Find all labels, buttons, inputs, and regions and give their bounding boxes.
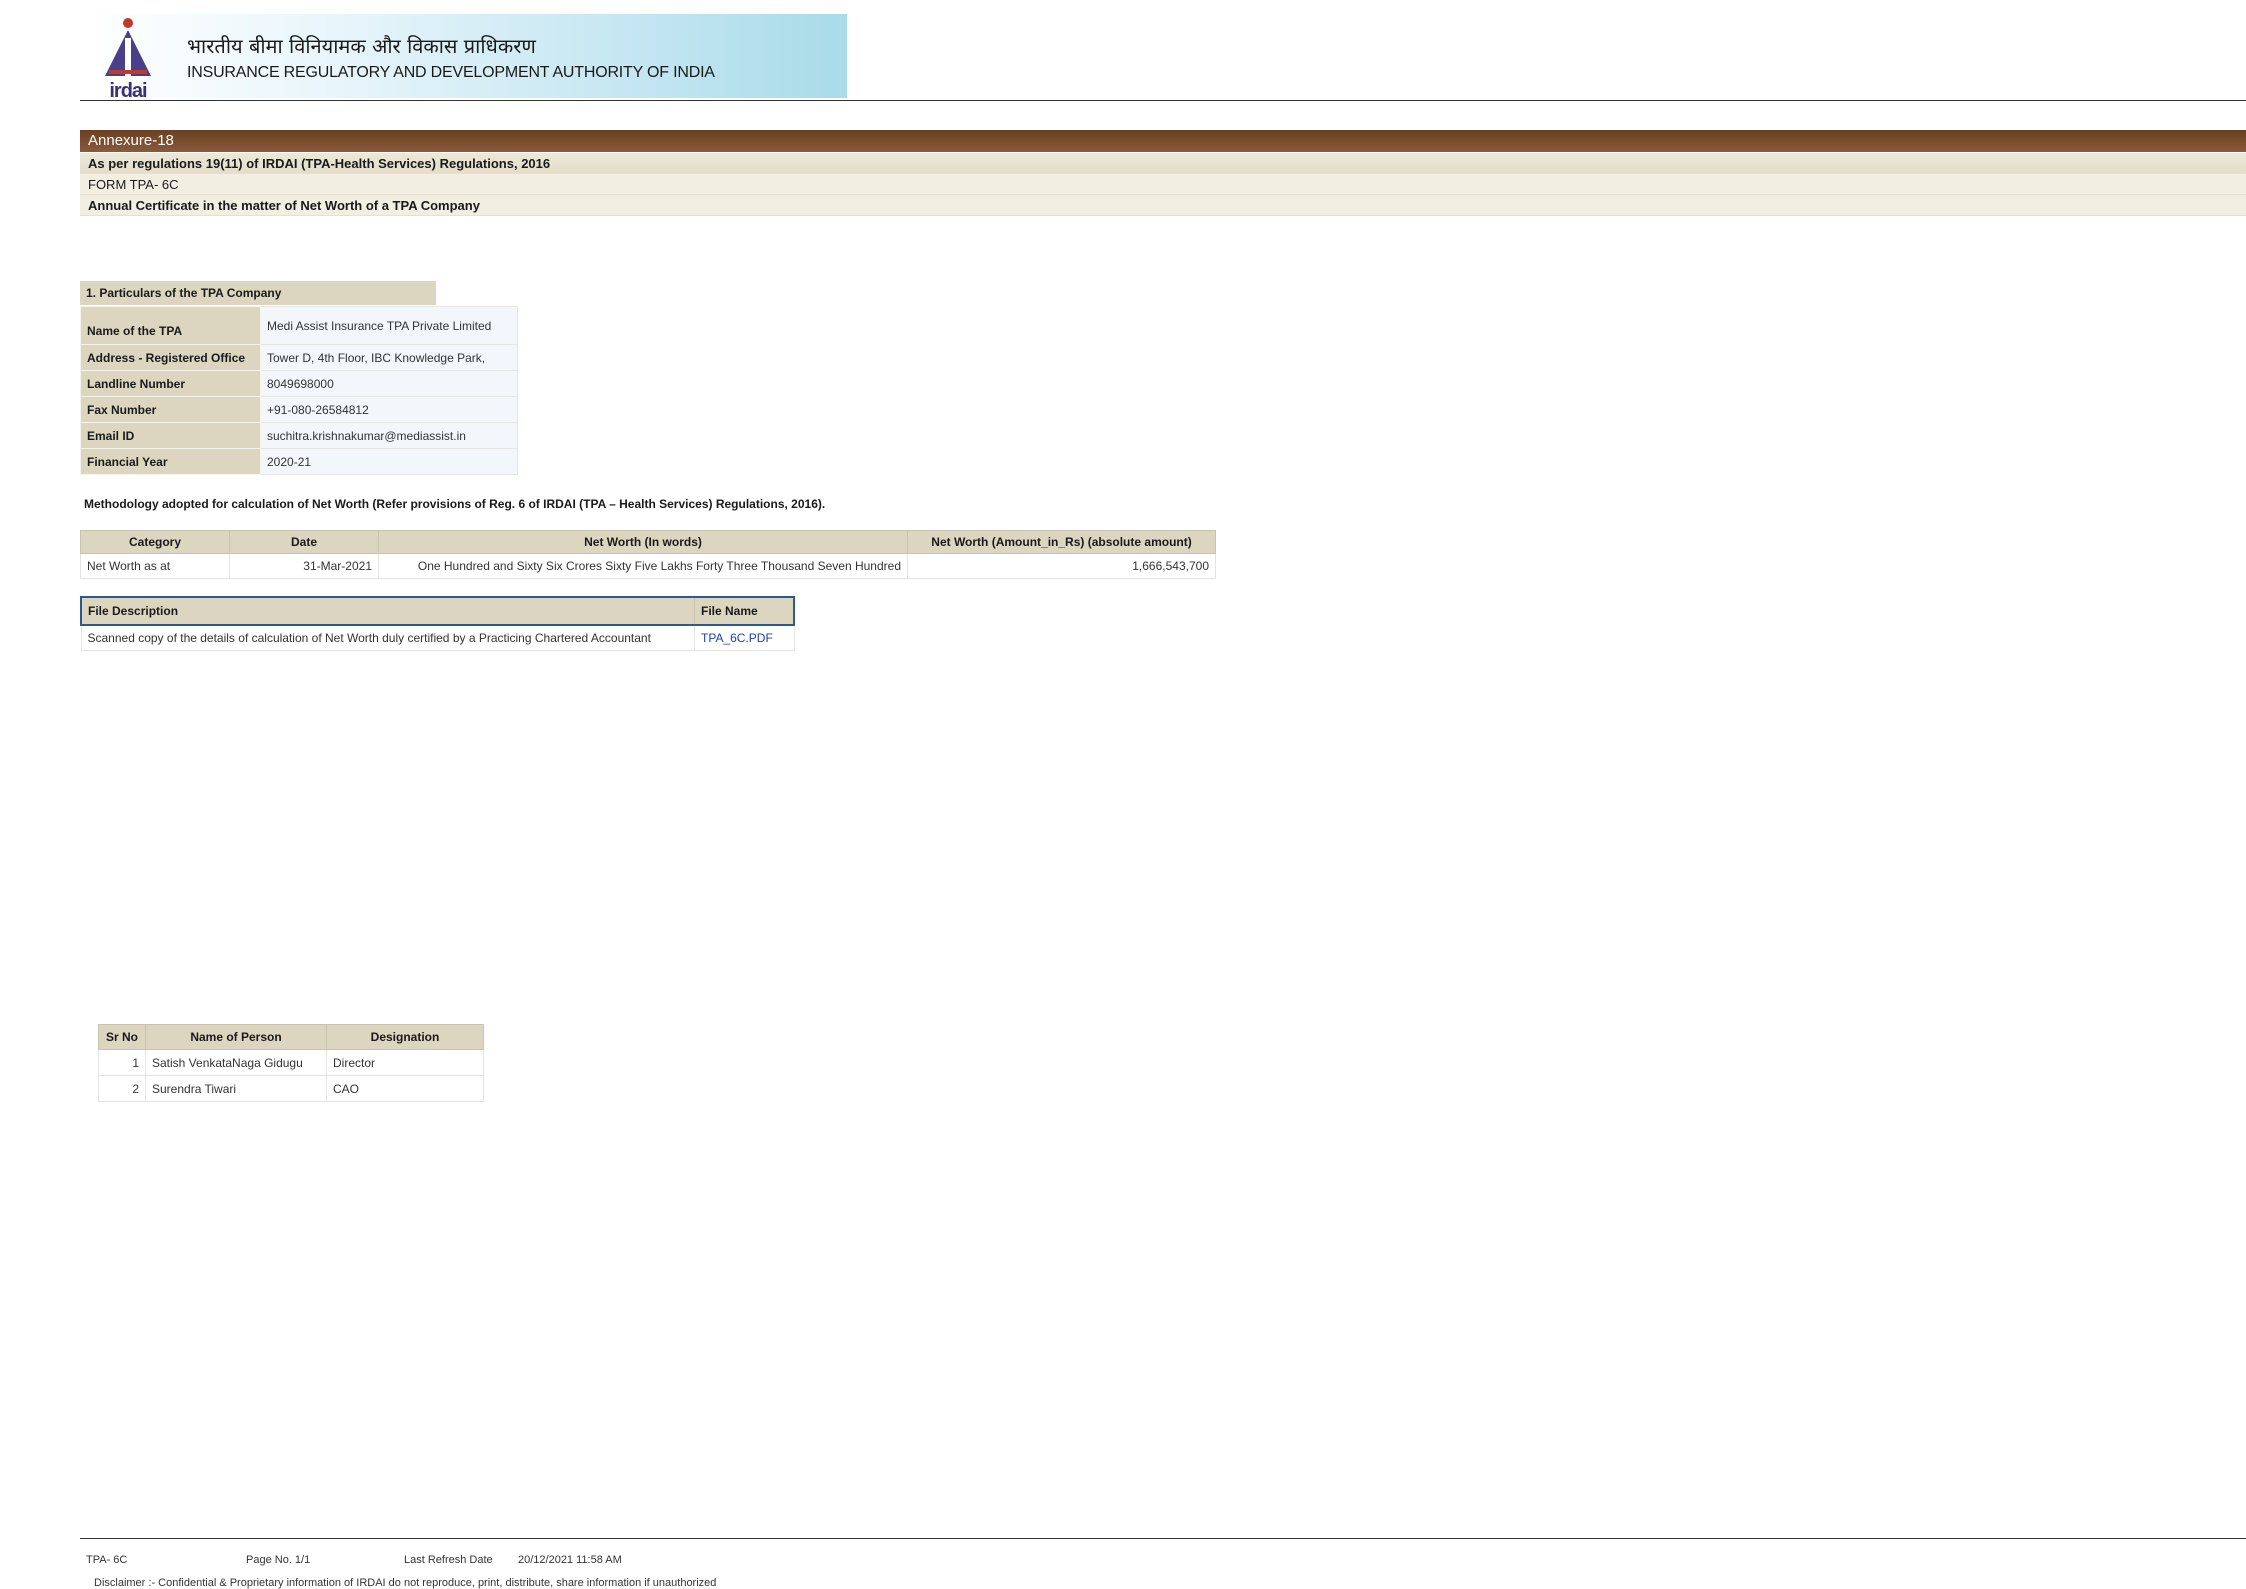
file-description-cell: Scanned copy of the details of calculati… — [80, 624, 695, 651]
networth-header-row: Category Date Net Worth (In words) Net W… — [80, 530, 1216, 554]
file-name-cell: TPA_6C.PDF — [694, 624, 795, 651]
date-header: Date — [229, 530, 379, 554]
address-value: Tower D, 4th Floor, IBC Knowledge Park, — [260, 344, 518, 371]
networth-table: Category Date Net Worth (In words) Net W… — [80, 530, 1216, 579]
sr-no-cell: 1 — [98, 1049, 146, 1076]
person-name-cell: Satish VenkataNaga Gidugu — [145, 1049, 327, 1076]
address-label: Address - Registered Office — [80, 344, 261, 371]
footer-disclaimer: Disclaimer :- Confidential & Proprietary… — [94, 1577, 717, 1589]
particulars-table: Name of the TPA Medi Assist Insurance TP… — [80, 306, 518, 475]
footer-form: TPA- 6C — [86, 1554, 128, 1566]
certificate-line: Annual Certificate in the matter of Net … — [80, 195, 2246, 216]
table-row: Scanned copy of the details of calculati… — [80, 624, 795, 651]
person-name-header: Name of Person — [145, 1024, 327, 1050]
name-label: Name of the TPA — [80, 306, 261, 345]
file-name-header: File Name — [694, 596, 795, 626]
methodology-text: Methodology adopted for calculation of N… — [84, 497, 826, 511]
particulars-row: Fax Number +91-080-26584812 — [80, 396, 518, 423]
words-cell: One Hundred and Sixty Six Crores Sixty F… — [378, 553, 908, 579]
hindi-title: भारतीय बीमा विनियामक और विकास प्राधिकरण — [187, 34, 536, 58]
footer-refresh-date: 20/12/2021 11:58 AM — [518, 1554, 622, 1566]
landline-value: 8049698000 — [260, 370, 518, 397]
particulars-row: Address - Registered Office Tower D, 4th… — [80, 344, 518, 371]
category-header: Category — [80, 530, 230, 554]
date-cell: 31-Mar-2021 — [229, 553, 379, 579]
irdai-emblem-icon: irdai — [99, 16, 157, 102]
table-row: 2 Surendra Tiwari CAO — [98, 1075, 484, 1102]
regulation-line: As per regulations 19(11) of IRDAI (TPA-… — [80, 153, 2246, 174]
signatories-header-row: Sr No Name of Person Designation — [98, 1024, 484, 1050]
signatories-table: Sr No Name of Person Designation 1 Satis… — [98, 1024, 484, 1102]
particulars-row: Financial Year 2020-21 — [80, 448, 518, 475]
fax-label: Fax Number — [80, 396, 261, 423]
footer-page-number: Page No. 1/1 — [246, 1554, 311, 1566]
designation-header: Designation — [326, 1024, 484, 1050]
amount-cell: 1,666,543,700 — [907, 553, 1216, 579]
fax-value: +91-080-26584812 — [260, 396, 518, 423]
files-table: File Description File Name Scanned copy … — [80, 596, 795, 651]
footer-refresh-label: Last Refresh Date — [404, 1554, 493, 1566]
financial-year-value: 2020-21 — [260, 448, 518, 475]
amount-header: Net Worth (Amount_in_Rs) (absolute amoun… — [907, 530, 1216, 554]
designation-cell: CAO — [326, 1075, 484, 1102]
words-header: Net Worth (In words) — [378, 530, 908, 554]
particulars-heading: 1. Particulars of the TPA Company — [80, 281, 436, 305]
designation-cell: Director — [326, 1049, 484, 1076]
email-label: Email ID — [80, 422, 261, 449]
email-value: suchitra.krishnakumar@mediassist.in — [260, 422, 518, 449]
sr-no-cell: 2 — [98, 1075, 146, 1102]
table-row: Net Worth as at 31-Mar-2021 One Hundred … — [80, 553, 1216, 579]
financial-year-label: Financial Year — [80, 448, 261, 475]
top-divider — [80, 100, 2246, 101]
files-header-row: File Description File Name — [80, 596, 795, 626]
particulars-row: Landline Number 8049698000 — [80, 370, 518, 397]
particulars-row: Email ID suchitra.krishnakumar@mediassis… — [80, 422, 518, 449]
particulars-row: Name of the TPA Medi Assist Insurance TP… — [80, 306, 518, 345]
form-line: FORM TPA- 6C — [80, 174, 2246, 195]
category-cell: Net Worth as at — [80, 553, 230, 579]
annexure-title: Annexure-18 — [80, 130, 2246, 152]
file-description-header: File Description — [80, 596, 695, 626]
table-row: 1 Satish VenkataNaga Gidugu Director — [98, 1049, 484, 1076]
english-title: INSURANCE REGULATORY AND DEVELOPMENT AUT… — [187, 64, 715, 81]
person-name-cell: Surendra Tiwari — [145, 1075, 327, 1102]
bottom-divider — [80, 1538, 2246, 1539]
name-value: Medi Assist Insurance TPA Private Limite… — [260, 306, 518, 345]
landline-label: Landline Number — [80, 370, 261, 397]
file-link[interactable]: TPA_6C.PDF — [701, 631, 773, 645]
sr-no-header: Sr No — [98, 1024, 146, 1050]
